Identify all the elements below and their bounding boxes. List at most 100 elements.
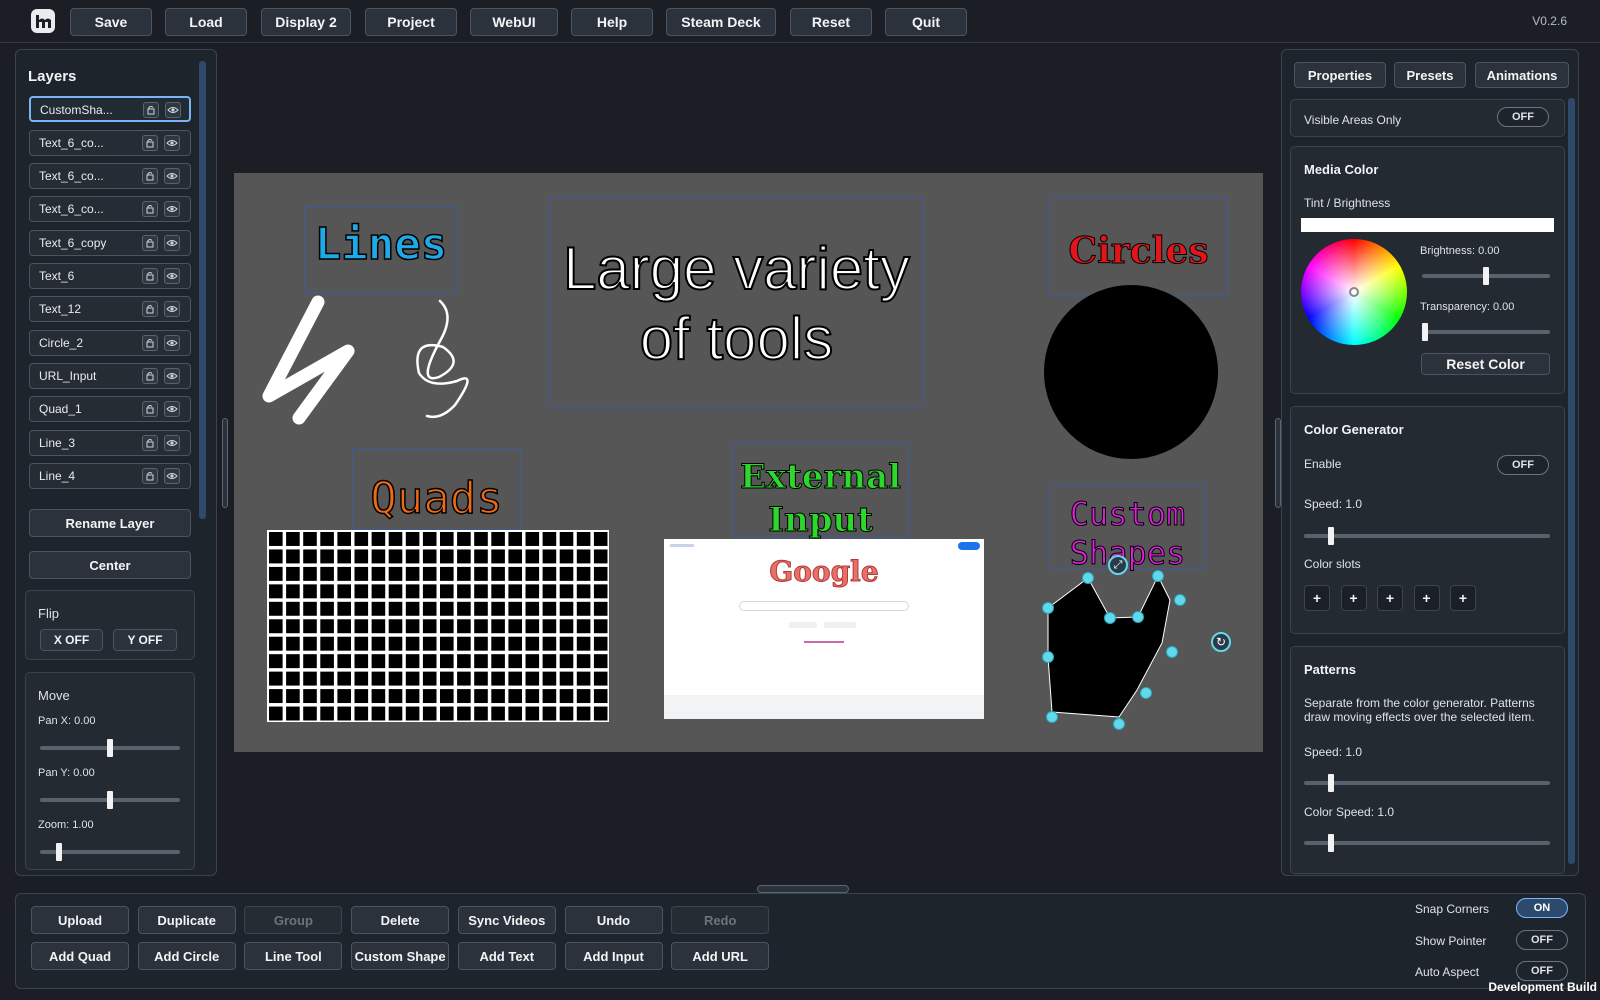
color-slot-button[interactable]: + — [1413, 585, 1440, 611]
properties-scrollbar[interactable] — [1568, 98, 1575, 864]
bottom-panel-resize-handle[interactable] — [757, 885, 849, 893]
tint-color-bar[interactable] — [1301, 218, 1554, 232]
rename-layer-button[interactable]: Rename Layer — [29, 509, 191, 537]
layer-item[interactable]: Circle_2 — [29, 330, 191, 356]
duplicate-button[interactable]: Duplicate — [137, 906, 236, 934]
show-pointer-toggle[interactable]: OFF — [1516, 930, 1568, 950]
shape-vertex-handle[interactable] — [1174, 594, 1186, 606]
mapping-canvas[interactable]: Lines Large variety of tools Circles Qua… — [234, 173, 1263, 752]
eye-icon[interactable] — [164, 268, 180, 284]
layer-item[interactable]: Text_6_copy — [29, 230, 191, 256]
redo-button[interactable]: Redo — [671, 906, 770, 934]
tab-animations[interactable]: Animations — [1475, 62, 1569, 88]
eye-icon[interactable] — [164, 168, 180, 184]
eye-icon[interactable] — [164, 135, 180, 151]
line-tool-button[interactable]: Line Tool — [244, 942, 343, 970]
lock-icon[interactable] — [142, 301, 158, 317]
lock-icon[interactable] — [142, 201, 158, 217]
layer-item[interactable]: URL_Input — [29, 363, 191, 389]
left-panel-resize-handle[interactable] — [222, 418, 228, 508]
layer-item[interactable]: Line_3 — [29, 430, 191, 456]
color-generator-toggle[interactable]: OFF — [1497, 455, 1549, 475]
shape-vertex-handle[interactable] — [1082, 572, 1094, 584]
custom-shape-button[interactable]: Custom Shape — [351, 942, 450, 970]
lock-icon[interactable] — [142, 268, 158, 284]
pan-y-slider[interactable] — [40, 791, 180, 809]
lock-icon[interactable] — [142, 401, 158, 417]
color-slot-button[interactable]: + — [1450, 585, 1476, 611]
color-speed-slider[interactable] — [1304, 834, 1550, 852]
sync-videos-button[interactable]: Sync Videos — [457, 906, 556, 934]
color-wheel[interactable] — [1301, 239, 1407, 345]
lock-icon[interactable] — [142, 168, 158, 184]
layer-item[interactable]: Text_6_co... — [29, 130, 191, 156]
add-url-button[interactable]: Add URL — [671, 942, 770, 970]
lock-icon[interactable] — [142, 335, 158, 351]
quit-button[interactable]: Quit — [885, 8, 967, 36]
lock-icon[interactable] — [142, 435, 158, 451]
add-text-button[interactable]: Add Text — [457, 942, 556, 970]
custom-shape-polygon[interactable] — [1034, 568, 1234, 728]
reset-color-button[interactable]: Reset Color — [1421, 353, 1550, 375]
steam-deck-button[interactable]: Steam Deck — [666, 8, 776, 36]
eye-icon[interactable] — [164, 368, 180, 384]
lock-icon[interactable] — [142, 235, 158, 251]
external-input-browser[interactable]: Google — [664, 539, 984, 719]
layer-item[interactable]: Line_4 — [29, 463, 191, 489]
black-circle-shape[interactable] — [1044, 285, 1218, 459]
eye-icon[interactable] — [164, 235, 180, 251]
shape-vertex-handle[interactable] — [1140, 687, 1152, 699]
shape-vertex-handle[interactable] — [1042, 651, 1054, 663]
eye-icon[interactable] — [164, 401, 180, 417]
shape-vertex-handle[interactable] — [1152, 570, 1164, 582]
eye-icon[interactable] — [164, 435, 180, 451]
transparency-slider[interactable] — [1422, 323, 1550, 341]
snap-corners-toggle[interactable]: ON — [1516, 898, 1568, 918]
color-slot-button[interactable]: + — [1304, 585, 1330, 611]
layers-scrollbar[interactable] — [199, 61, 206, 519]
layer-item[interactable]: Text_6 — [29, 263, 191, 289]
rotate-handle-icon[interactable]: ↻ — [1211, 632, 1231, 652]
flip-y-toggle[interactable]: Y OFF — [113, 629, 177, 651]
freehand-lines-drawing[interactable] — [259, 293, 479, 433]
reset-button[interactable]: Reset — [790, 8, 872, 36]
color-slot-button[interactable]: + — [1340, 585, 1367, 611]
lock-icon[interactable] — [143, 102, 159, 118]
layer-item[interactable]: Text_6_co... — [29, 196, 191, 222]
center-button[interactable]: Center — [29, 551, 191, 579]
shape-vertex-handle[interactable] — [1166, 646, 1178, 658]
tab-properties[interactable]: Properties — [1294, 62, 1386, 88]
load-button[interactable]: Load — [165, 8, 247, 36]
shape-vertex-handle[interactable] — [1042, 602, 1054, 614]
scale-handle-icon[interactable]: ⤢ — [1108, 555, 1128, 575]
brightness-slider[interactable] — [1422, 267, 1550, 285]
upload-button[interactable]: Upload — [31, 906, 129, 934]
zoom-slider[interactable] — [40, 843, 180, 861]
eye-icon[interactable] — [164, 468, 180, 484]
add-quad-button[interactable]: Add Quad — [31, 942, 129, 970]
eye-icon[interactable] — [164, 335, 180, 351]
group-button[interactable]: Group — [244, 906, 343, 934]
layer-item[interactable]: Text_6_co... — [29, 163, 191, 189]
layer-item[interactable]: Text_12 — [29, 296, 191, 322]
tab-presets[interactable]: Presets — [1394, 62, 1466, 88]
webui-button[interactable]: WebUI — [470, 8, 558, 36]
add-input-button[interactable]: Add Input — [564, 942, 663, 970]
display-button[interactable]: Display 2 — [261, 8, 351, 36]
layer-item[interactable]: Quad_1 — [29, 396, 191, 422]
color-slot-button[interactable]: + — [1377, 585, 1403, 611]
project-button[interactable]: Project — [365, 8, 457, 36]
color-gen-speed-slider[interactable] — [1304, 527, 1550, 545]
shape-vertex-handle[interactable] — [1104, 612, 1116, 624]
patterns-speed-slider[interactable] — [1304, 774, 1550, 792]
flip-x-toggle[interactable]: X OFF — [40, 629, 103, 651]
add-circle-button[interactable]: Add Circle — [137, 942, 236, 970]
layer-item[interactable]: CustomSha... — [29, 96, 191, 122]
save-button[interactable]: Save — [70, 8, 152, 36]
delete-button[interactable]: Delete — [351, 906, 450, 934]
pan-x-slider[interactable] — [40, 739, 180, 757]
auto-aspect-toggle[interactable]: OFF — [1516, 961, 1568, 981]
undo-button[interactable]: Undo — [564, 906, 663, 934]
eye-icon[interactable] — [164, 201, 180, 217]
shape-vertex-handle[interactable] — [1113, 718, 1125, 730]
